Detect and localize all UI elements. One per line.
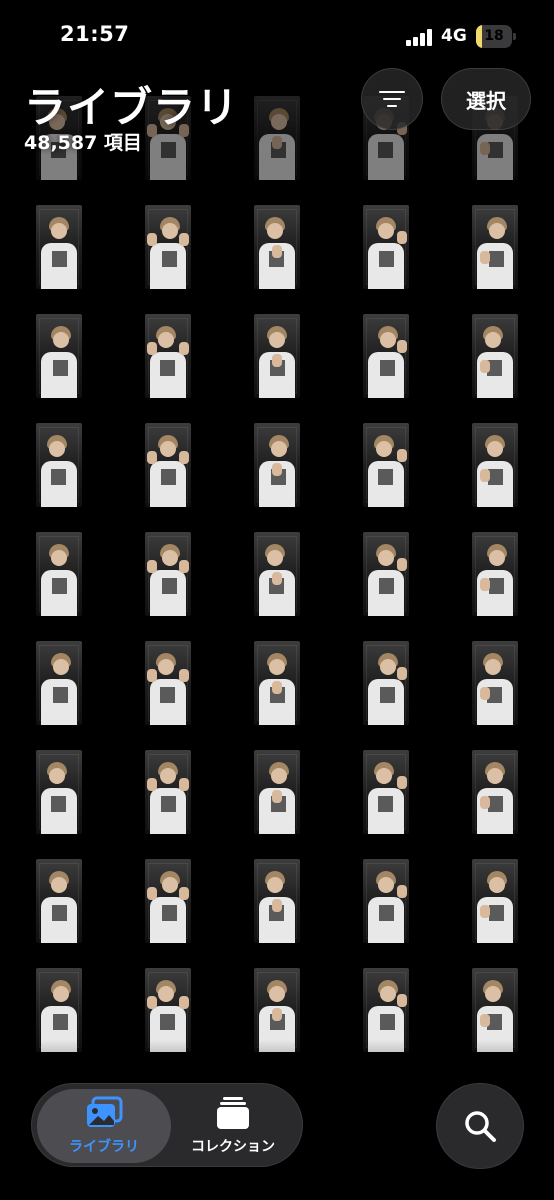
- page-title: ライブラリ: [24, 83, 240, 132]
- tab-collection[interactable]: コレクション: [166, 1089, 300, 1163]
- photo-thumbnail[interactable]: [145, 859, 191, 943]
- photo-row: [0, 641, 554, 725]
- photo-thumbnail[interactable]: [363, 423, 409, 507]
- photo-row: [0, 423, 554, 507]
- photo-thumbnail[interactable]: [472, 859, 518, 943]
- select-button[interactable]: 選択: [441, 68, 531, 130]
- status-bar: 21:57 4G 18: [0, 0, 554, 60]
- battery-icon: 18: [476, 25, 516, 48]
- photo-thumbnail[interactable]: [363, 641, 409, 725]
- photo-thumbnail[interactable]: [472, 314, 518, 398]
- photo-row: [0, 750, 554, 834]
- tab-collection-label: コレクション: [191, 1139, 275, 1155]
- cellular-signal-icon: [406, 28, 434, 46]
- item-count: 48,587 項目: [24, 132, 142, 154]
- tab-bar: ライブラリ コレクション: [31, 1083, 303, 1167]
- photo-thumbnail[interactable]: [36, 423, 82, 507]
- photo-thumbnail[interactable]: [472, 532, 518, 616]
- photo-stack-icon: [87, 1096, 123, 1127]
- photo-thumbnail[interactable]: [472, 641, 518, 725]
- photo-thumbnail[interactable]: [254, 641, 300, 725]
- photo-thumbnail[interactable]: [145, 532, 191, 616]
- photo-thumbnail[interactable]: [36, 314, 82, 398]
- photo-thumbnail[interactable]: [254, 314, 300, 398]
- photo-thumbnail[interactable]: [145, 641, 191, 725]
- tab-library-label: ライブラリ: [69, 1139, 139, 1155]
- photo-thumbnail[interactable]: [36, 641, 82, 725]
- photo-thumbnail[interactable]: [145, 205, 191, 289]
- photo-thumbnail[interactable]: [145, 750, 191, 834]
- photo-thumbnail[interactable]: [36, 859, 82, 943]
- tab-library[interactable]: ライブラリ: [37, 1089, 171, 1163]
- photo-thumbnail[interactable]: [36, 205, 82, 289]
- photo-thumbnail[interactable]: [254, 96, 300, 180]
- line-3-horizontal-decrease-icon: [379, 90, 405, 108]
- photo-thumbnail[interactable]: [145, 423, 191, 507]
- photo-row: [0, 859, 554, 943]
- collection-stack-icon: [217, 1097, 249, 1129]
- status-time: 21:57: [60, 22, 130, 46]
- photo-thumbnail[interactable]: [363, 314, 409, 398]
- battery-percentage: 18: [484, 28, 504, 44]
- magnifying-glass-icon: [465, 1111, 496, 1142]
- photo-row: [0, 532, 554, 616]
- photo-thumbnail[interactable]: [363, 205, 409, 289]
- photo-thumbnail[interactable]: [36, 532, 82, 616]
- network-type: 4G: [441, 26, 467, 46]
- photo-thumbnail[interactable]: [363, 532, 409, 616]
- photo-thumbnail[interactable]: [363, 750, 409, 834]
- photo-thumbnail[interactable]: [472, 205, 518, 289]
- photo-thumbnail[interactable]: [145, 314, 191, 398]
- sort-filter-button[interactable]: [361, 68, 423, 130]
- photo-thumbnail[interactable]: [254, 532, 300, 616]
- photo-row: [0, 314, 554, 398]
- photo-thumbnail[interactable]: [472, 750, 518, 834]
- photo-thumbnail[interactable]: [254, 205, 300, 289]
- photo-thumbnail[interactable]: [363, 859, 409, 943]
- photo-thumbnail[interactable]: [472, 423, 518, 507]
- search-button[interactable]: [436, 1083, 524, 1169]
- photo-thumbnail[interactable]: [254, 859, 300, 943]
- photo-thumbnail[interactable]: [36, 750, 82, 834]
- photo-thumbnail[interactable]: [254, 750, 300, 834]
- photo-row: [0, 205, 554, 289]
- photo-thumbnail[interactable]: [254, 423, 300, 507]
